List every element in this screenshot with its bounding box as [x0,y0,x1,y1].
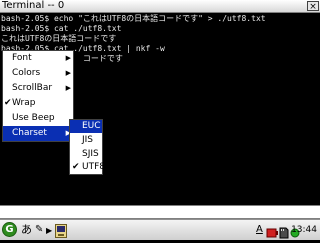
menu-item-label: Use Beep [12,113,55,123]
menu-item-wrap[interactable]: ✔ Wrap [3,96,73,111]
taskbar: G あ ✎ ▶ A 13:44 [0,219,320,240]
clock-time[interactable]: 13:44 [291,222,317,238]
context-menu: Font ▶ Colors ▶ ScrollBar ▶ ✔ Wrap Use B… [2,50,74,142]
terminal-line: bash-2.05$ echo "これはUTF8の日本語コードです" > ./u… [1,14,266,23]
window-title: Terminal -- 0 [2,0,65,11]
menu-item-label: Colors [12,68,41,78]
terminal-app-icon[interactable] [55,223,67,238]
submenu-item-euc[interactable]: EUC [70,120,102,133]
close-button[interactable]: × [307,1,319,12]
keyboard-lang-indicator[interactable]: A [256,222,263,238]
ime-hiragana-button[interactable]: あ [21,222,32,238]
menu-item-label: Font [12,53,32,63]
charset-submenu: EUC JIS SJIS ✔ UTF8 [69,119,105,175]
start-button[interactable]: G [2,222,17,237]
submenu-arrow-icon: ▶ [65,84,71,92]
submenu-item-sjis[interactable]: SJIS [70,147,102,161]
menu-item-colors[interactable]: Colors ▶ [3,66,73,81]
command-input[interactable] [0,205,320,219]
submenu-item-label: JIS [82,135,94,145]
menu-item-label: Charset [12,128,47,138]
arrow-right-icon[interactable]: ▶ [46,223,52,239]
submenu-item-label: EUC [82,121,101,131]
sd-card-icon[interactable] [278,224,290,239]
submenu-item-label: UTF8 [82,162,105,172]
terminal-line: bash-2.05$ cat ./utf8.txt [1,24,122,33]
window-titlebar[interactable]: Terminal -- 0 × [0,0,320,13]
submenu-arrow-icon: ▶ [65,69,71,77]
menu-item-font[interactable]: Font ▶ [3,51,73,66]
check-icon: ✔ [4,98,12,108]
submenu-item-utf8[interactable]: ✔ UTF8 [70,161,105,174]
menu-item-use-beep[interactable]: Use Beep [3,111,73,126]
submenu-arrow-icon: ▶ [65,54,71,62]
pen-icon[interactable]: ✎ [35,222,43,238]
menu-item-charset[interactable]: Charset ▶ [3,126,73,141]
battery-icon[interactable] [266,224,278,238]
submenu-item-jis[interactable]: JIS [70,133,102,147]
check-icon: ✔ [72,162,80,172]
submenu-item-label: SJIS [82,149,99,159]
menu-item-scrollbar[interactable]: ScrollBar ▶ [3,81,73,96]
terminal-line: これはUTF8の日本語コードです [1,34,117,43]
menu-item-label: ScrollBar [12,83,53,93]
menu-item-label: Wrap [12,98,36,108]
